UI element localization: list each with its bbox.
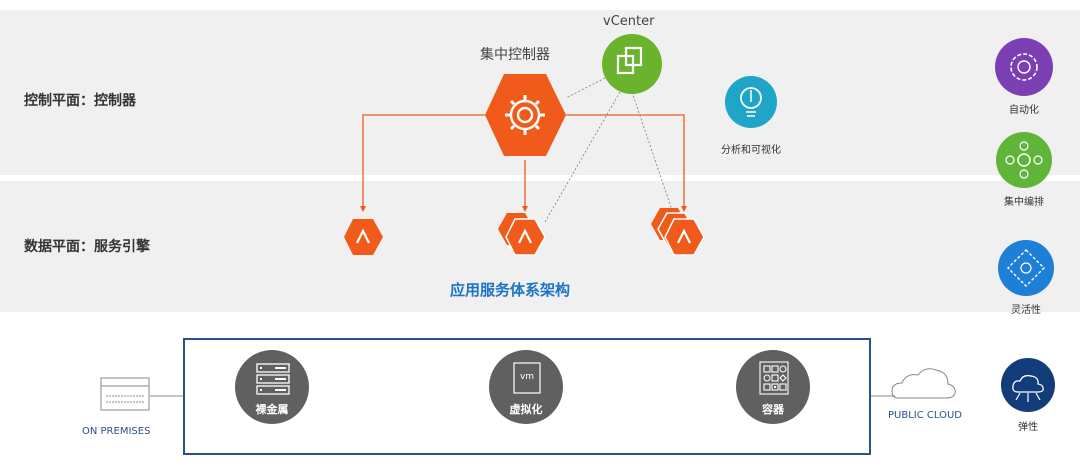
vcenter-dashed-links <box>544 77 677 223</box>
service-engine-double-icon <box>498 213 546 256</box>
on-premises-label: ON PREMISES <box>82 426 151 437</box>
flexibility-icon <box>998 240 1054 296</box>
analytics-icon <box>725 76 777 128</box>
service-engine-triple-icon <box>651 208 705 256</box>
feature-label-orchestration: 集中编排 <box>1004 197 1044 208</box>
container-node: 容器 <box>736 350 810 424</box>
service-engine-single-icon <box>344 219 383 255</box>
elasticity-icon <box>1001 358 1055 412</box>
feature-label-elasticity: 弹性 <box>1018 422 1038 433</box>
virtualization-node: vm 虚拟化 <box>489 350 563 424</box>
feature-label-flexibility: 灵活性 <box>1011 305 1041 316</box>
analytics-label: 分析和可视化 <box>721 145 781 156</box>
building-icon <box>100 377 150 411</box>
bare-metal-node: 裸金属 <box>235 350 309 424</box>
cloud-icon <box>891 368 956 399</box>
controller-hexagon-icon <box>485 74 566 156</box>
vcenter-icon <box>602 34 662 94</box>
automation-icon <box>995 38 1053 96</box>
orchestration-icon <box>996 132 1052 188</box>
feature-label-automation: 自动化 <box>1009 105 1039 116</box>
container-label: 容器 <box>762 403 784 416</box>
public-cloud-label: PUBLIC CLOUD <box>888 410 962 421</box>
virtualization-label: 虚拟化 <box>509 403 543 416</box>
vm-badge: vm <box>519 372 535 382</box>
connector-arrowheads <box>360 206 687 212</box>
bare-metal-label: 裸金属 <box>255 403 289 416</box>
architecture-title: 应用服务体系架构 <box>450 281 571 299</box>
